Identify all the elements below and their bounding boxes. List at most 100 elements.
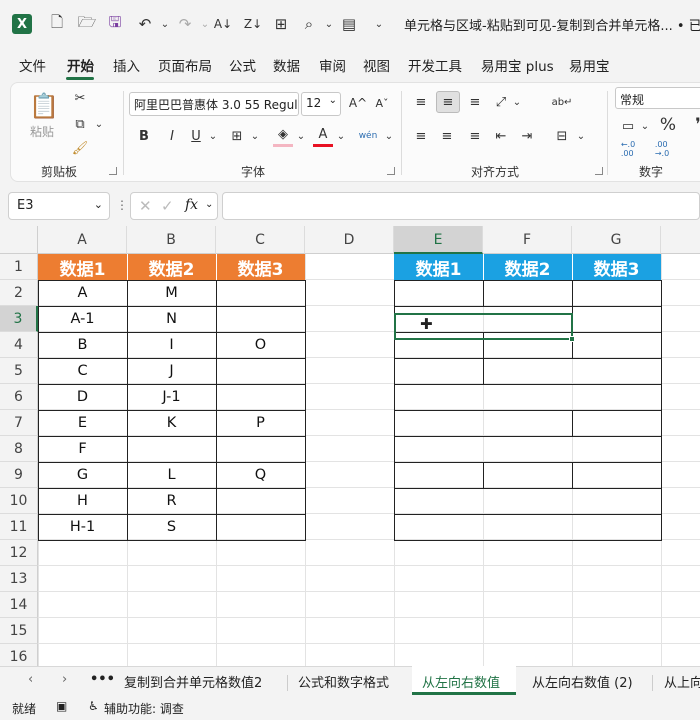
align-left-icon[interactable]: ≡	[411, 125, 431, 147]
fill-color-icon[interactable]: ◈	[273, 125, 293, 147]
currency-icon[interactable]: ▭	[617, 115, 639, 137]
data-cell[interactable]: D	[38, 384, 127, 410]
select-all-button[interactable]	[0, 226, 38, 254]
more-tabs-button[interactable]: •••	[90, 672, 115, 687]
row-header-3[interactable]: 3	[0, 306, 38, 332]
tab-scroll-left-icon[interactable]: ‹	[28, 672, 33, 687]
format-painter-icon[interactable]: 🖌	[71, 139, 89, 157]
column-header-e[interactable]: E	[394, 226, 483, 254]
data-cell[interactable]: A-1	[38, 306, 127, 332]
data-cell[interactable]: N	[127, 306, 216, 332]
column-header-d[interactable]: D	[305, 226, 394, 254]
column-header-f[interactable]: F	[483, 226, 572, 254]
undo-icon[interactable]: ↶	[134, 12, 156, 36]
menu-yiyongbao-plus[interactable]: 易用宝 plus	[481, 55, 554, 75]
increase-font-icon[interactable]: A^	[347, 92, 369, 114]
data-cell[interactable]: B	[38, 332, 127, 358]
row-header-7[interactable]: 7	[0, 410, 38, 436]
header-cell-right[interactable]: 数据1	[394, 254, 483, 280]
column-header-b[interactable]: B	[127, 226, 216, 254]
data-cell[interactable]: K	[127, 410, 216, 436]
search-icon[interactable]: ⌕	[298, 12, 320, 36]
clipboard-launcher-icon[interactable]	[109, 167, 117, 175]
data-cell[interactable]: Q	[216, 462, 305, 488]
data-cell[interactable]: A	[38, 280, 127, 306]
column-header-partial[interactable]	[661, 226, 700, 254]
more-options-icon[interactable]: ⋮	[116, 198, 128, 212]
formula-input[interactable]	[222, 192, 700, 220]
new-file-icon[interactable]: 🗋	[46, 12, 68, 36]
align-middle-icon[interactable]: ≡	[436, 91, 460, 113]
header-cell-left[interactable]: 数据1	[38, 254, 127, 280]
accessibility-icon[interactable]: ♿	[88, 699, 99, 713]
orientation-icon[interactable]: ⤢	[491, 91, 511, 113]
cut-icon[interactable]: ✂	[71, 89, 89, 107]
form-icon[interactable]: ▤	[338, 12, 360, 36]
data-cell[interactable]	[127, 436, 216, 462]
data-cell[interactable]	[216, 488, 305, 514]
decrease-font-icon[interactable]: Aˇ	[371, 92, 393, 114]
menu-home[interactable]: 开始	[67, 55, 94, 75]
data-cell[interactable]: G	[38, 462, 127, 488]
decrease-decimal-icon[interactable]: .00 →.0	[651, 139, 673, 159]
menu-formulas[interactable]: 公式	[229, 55, 256, 75]
data-cell[interactable]: I	[127, 332, 216, 358]
align-bottom-icon[interactable]: ≡	[465, 91, 485, 113]
align-right-icon[interactable]: ≡	[465, 125, 485, 147]
border-icon[interactable]: ⊞	[227, 125, 247, 147]
phonetic-icon[interactable]: wén	[355, 123, 381, 149]
merge-dropdown-icon[interactable]: ⌄	[575, 125, 587, 147]
undo-dropdown-icon[interactable]: ⌄	[154, 12, 176, 36]
fill-color-dropdown-icon[interactable]: ⌄	[295, 125, 307, 147]
macro-record-icon[interactable]: ▣	[56, 699, 67, 713]
tab-scroll-right-icon[interactable]: ›	[62, 672, 67, 687]
open-folder-icon[interactable]: 🗁	[76, 12, 98, 36]
data-cell[interactable]: O	[216, 332, 305, 358]
underline-dropdown-icon[interactable]: ⌄	[207, 125, 219, 147]
fill-handle[interactable]	[569, 336, 575, 342]
data-cell[interactable]: R	[127, 488, 216, 514]
data-cell[interactable]: J	[127, 358, 216, 384]
data-cell[interactable]	[216, 436, 305, 462]
align-top-icon[interactable]: ≡	[411, 91, 431, 113]
row-header-12[interactable]: 12	[0, 540, 38, 566]
percent-button[interactable]: %	[657, 113, 679, 137]
data-cell[interactable]: C	[38, 358, 127, 384]
column-header-g[interactable]: G	[572, 226, 661, 254]
menu-yiyongbao[interactable]: 易用宝	[569, 55, 610, 75]
row-header-16[interactable]: 16	[0, 644, 38, 666]
data-cell[interactable]: J-1	[127, 384, 216, 410]
spreadsheet-grid[interactable]: ABCDEFG 1 2 3 4 5 6 7 8 9 10 11 12 13 14 15 16 数据1 数据1 数据…	[0, 226, 700, 666]
number-format-dropdown[interactable]: 常规 ⌄	[615, 87, 700, 109]
data-cell[interactable]: S	[127, 514, 216, 540]
sheet-tab[interactable]: 从左向右数值 (2)	[532, 672, 633, 691]
data-cell[interactable]	[216, 514, 305, 540]
data-cell[interactable]: L	[127, 462, 216, 488]
wrap-text-icon[interactable]: ab↵	[551, 91, 573, 113]
copy-icon[interactable]: ⧉	[71, 115, 89, 133]
row-header-10[interactable]: 10	[0, 488, 38, 514]
data-cell[interactable]	[216, 280, 305, 306]
row-header-13[interactable]: 13	[0, 566, 38, 592]
row-header-8[interactable]: 8	[0, 436, 38, 462]
underline-button[interactable]: U	[187, 125, 205, 147]
italic-button[interactable]: I	[163, 125, 181, 147]
data-cell[interactable]: H-1	[38, 514, 127, 540]
font-launcher-icon[interactable]	[387, 167, 395, 175]
row-header-11[interactable]: 11	[0, 514, 38, 540]
data-cell[interactable]: M	[127, 280, 216, 306]
alignment-launcher-icon[interactable]	[595, 167, 603, 175]
row-header-1[interactable]: 1	[0, 254, 38, 280]
orientation-dropdown-icon[interactable]: ⌄	[511, 91, 523, 113]
data-cell[interactable]	[216, 358, 305, 384]
font-size-dropdown[interactable]: 12 ⌄	[301, 92, 341, 116]
data-cell[interactable]	[216, 384, 305, 410]
borders-icon[interactable]: ⊞	[270, 12, 292, 36]
row-header-9[interactable]: 9	[0, 462, 38, 488]
font-name-dropdown[interactable]: 阿里巴巴普惠体 3.0 55 Regular	[129, 92, 299, 116]
border-dropdown-icon[interactable]: ⌄	[249, 125, 261, 147]
sheet-tab[interactable]: 复制到合并单元格数值2	[124, 672, 262, 691]
comma-style-icon[interactable]: ❜	[687, 113, 700, 137]
data-cell[interactable]: P	[216, 410, 305, 436]
row-header-4[interactable]: 4	[0, 332, 38, 358]
